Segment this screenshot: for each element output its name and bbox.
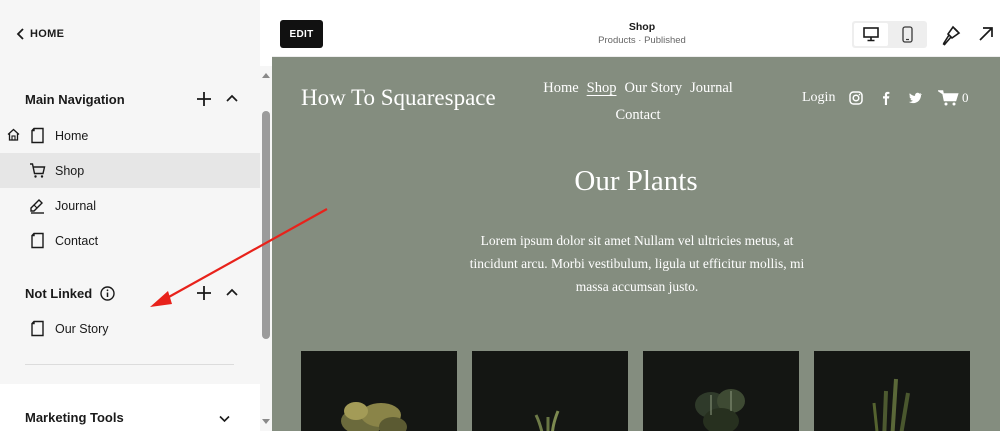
marketing-tools-title: Marketing Tools xyxy=(25,410,124,425)
sidebar-scrollbar[interactable] xyxy=(260,66,272,431)
desktop-monitor-icon xyxy=(863,27,879,42)
nav-item-shop[interactable]: Shop xyxy=(0,153,260,188)
nav-item-contact[interactable]: Contact xyxy=(0,223,260,258)
chevron-left-icon xyxy=(16,28,24,40)
page-icon xyxy=(31,232,44,249)
product-card-image[interactable] xyxy=(301,351,457,431)
homepage-house-icon xyxy=(7,128,20,141)
product-card-image[interactable] xyxy=(472,351,628,431)
nav-item-label: Shop xyxy=(55,163,85,178)
back-to-home-link[interactable]: HOME xyxy=(14,26,64,42)
blog-pen-icon xyxy=(30,199,44,214)
nav-item-our-story[interactable]: Our Story xyxy=(0,311,260,346)
not-linked-header: Not Linked xyxy=(25,281,240,305)
nav-item-label: Journal xyxy=(55,198,96,213)
main-navigation-header: Main Navigation xyxy=(25,87,240,111)
plant-image xyxy=(872,378,910,431)
page-title: Shop xyxy=(628,21,656,33)
desktop-view-button[interactable] xyxy=(854,23,888,46)
page-icon xyxy=(31,320,44,337)
twitter-icon[interactable] xyxy=(908,91,922,105)
scrollbar-thumb[interactable] xyxy=(262,111,270,339)
scroll-up-arrow-icon[interactable] xyxy=(262,72,270,78)
facebook-icon[interactable] xyxy=(879,91,893,105)
instagram-icon[interactable] xyxy=(849,91,863,105)
site-navigation: Home Shop Our Story Journal Contact xyxy=(520,75,756,129)
marketing-tools-section[interactable]: Marketing Tools xyxy=(0,384,260,431)
chevron-down-icon[interactable] xyxy=(218,412,231,425)
section-heading: Our Plants xyxy=(574,165,698,197)
add-page-plus-icon[interactable] xyxy=(196,91,212,107)
editor-top-bar: EDIT Shop Products · Published xyxy=(272,0,1000,57)
product-card-image[interactable] xyxy=(814,351,970,431)
site-nav-our-story[interactable]: Our Story xyxy=(624,80,682,96)
mobile-view-button[interactable] xyxy=(890,23,924,46)
cart-count: 0 xyxy=(962,90,969,105)
add-page-plus-icon[interactable] xyxy=(196,285,212,301)
cart-icon xyxy=(30,163,46,178)
pages-sidebar: HOME Main Navigation Home Shop Journal C… xyxy=(0,0,260,431)
plant-image xyxy=(341,402,407,431)
not-linked-title: Not Linked xyxy=(25,285,93,301)
expand-arrow-icon[interactable] xyxy=(977,25,995,43)
shopping-cart-icon[interactable] xyxy=(938,90,960,106)
section-divider xyxy=(25,364,234,365)
collapse-chevron-up-icon[interactable] xyxy=(224,285,240,301)
site-styles-brush-icon[interactable] xyxy=(940,24,962,46)
nav-item-journal[interactable]: Journal xyxy=(0,188,260,223)
page-icon xyxy=(31,127,44,144)
nav-item-label: Home xyxy=(55,128,89,143)
site-nav-contact[interactable]: Contact xyxy=(615,107,660,123)
scroll-down-arrow-icon[interactable] xyxy=(262,419,270,425)
edit-button[interactable]: EDIT xyxy=(280,20,323,48)
site-nav-home[interactable]: Home xyxy=(543,80,578,96)
nav-item-home[interactable]: Home xyxy=(0,118,260,153)
plant-image xyxy=(695,389,745,431)
site-nav-shop[interactable]: Shop xyxy=(587,80,617,96)
section-description: Lorem ipsum dolor sit amet Nullam vel ul… xyxy=(469,233,805,294)
back-link-label: HOME xyxy=(30,28,65,40)
device-view-toggle xyxy=(852,21,927,48)
site-nav-journal[interactable]: Journal xyxy=(690,80,733,96)
page-status: Products · Published xyxy=(598,35,686,46)
plant-image xyxy=(534,410,560,431)
site-preview[interactable]: How To Squarespace Home Shop Our Story Jour… xyxy=(272,57,1000,431)
site-logo-text[interactable]: How To Squarespace xyxy=(301,85,496,111)
info-icon[interactable] xyxy=(100,285,115,301)
collapse-chevron-up-icon[interactable] xyxy=(224,91,240,107)
site-login-link[interactable]: Login xyxy=(802,90,835,106)
product-card-image[interactable] xyxy=(643,351,799,431)
nav-item-label: Contact xyxy=(55,233,99,248)
nav-item-label: Our Story xyxy=(55,321,109,336)
main-navigation-title: Main Navigation xyxy=(25,91,125,107)
mobile-phone-icon xyxy=(901,26,913,43)
